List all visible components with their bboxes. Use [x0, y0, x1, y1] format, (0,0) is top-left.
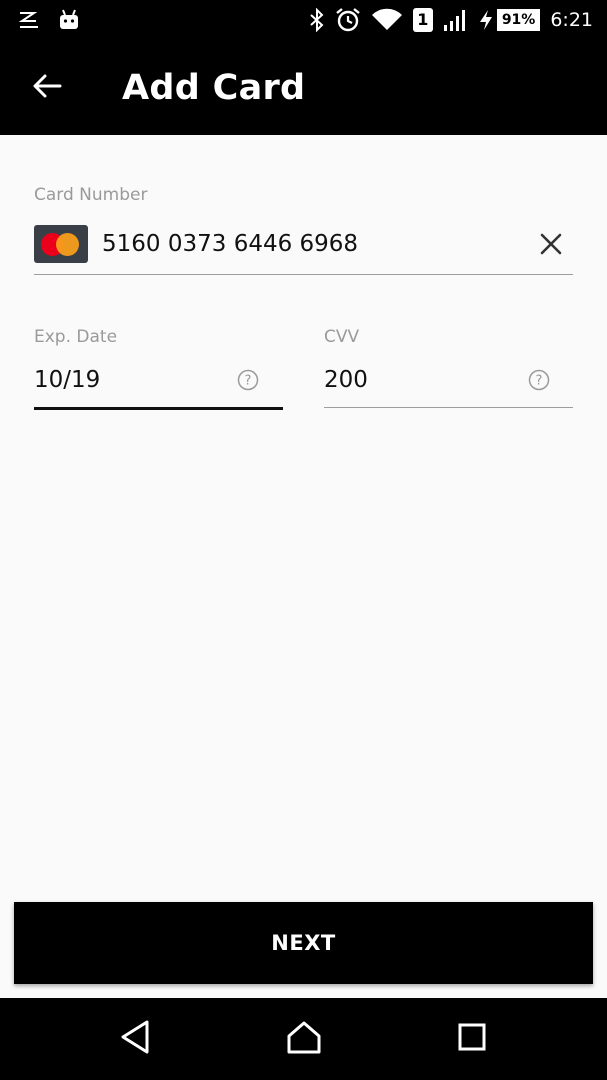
next-button[interactable]: NEXT: [14, 902, 593, 984]
back-button[interactable]: [22, 65, 72, 111]
status-bar: 1 91% 6:21: [0, 0, 607, 40]
help-circle-icon: ?: [237, 369, 259, 395]
recents-icon: [456, 1021, 488, 1057]
android-icon: [58, 9, 80, 31]
alarm-icon: [335, 7, 361, 33]
battery-icon: 91%: [496, 9, 541, 31]
clear-button[interactable]: [537, 230, 565, 258]
back-triangle-icon: [118, 1019, 152, 1059]
help-circle-icon: ?: [528, 369, 550, 395]
card-number-underline: [34, 274, 573, 275]
status-bar-right: 1 91% 6:21: [309, 0, 593, 40]
status-bar-left: [18, 0, 80, 40]
signal-icon: [443, 8, 469, 32]
exp-date-label: Exp. Date: [34, 327, 118, 347]
nav-back-button[interactable]: [115, 1019, 155, 1059]
bluetooth-icon: [309, 8, 325, 32]
add-card-screen: 1 91% 6:21 Add Card Card Number 5160 037…: [0, 0, 607, 1080]
cvv-help-button[interactable]: ?: [528, 369, 550, 391]
navigation-bar: [0, 998, 607, 1080]
nfc-icon: [18, 10, 40, 30]
exp-date-input[interactable]: [34, 360, 224, 400]
exp-date-help-button[interactable]: ?: [237, 369, 259, 391]
wifi-icon: [371, 8, 403, 32]
home-icon: [286, 1019, 322, 1059]
card-number-label: Card Number: [34, 185, 148, 205]
sim-icon: 1: [412, 8, 433, 32]
app-bar: Add Card: [0, 40, 607, 135]
card-number-field: [34, 222, 573, 266]
nav-home-button[interactable]: [284, 1019, 324, 1059]
arrow-left-icon: [32, 73, 62, 103]
clock: 6:21: [550, 9, 593, 31]
mastercard-icon: [34, 225, 88, 263]
cvv-label: CVV: [324, 327, 360, 347]
page-title: Add Card: [122, 68, 306, 108]
svg-text:?: ?: [245, 374, 252, 389]
card-number-input[interactable]: [102, 222, 502, 266]
nav-recents-button[interactable]: [452, 1019, 492, 1059]
mastercard-orange-circle: [56, 233, 79, 256]
close-icon: [537, 233, 565, 262]
charging-icon: [479, 9, 493, 31]
cvv-input[interactable]: [324, 360, 514, 400]
battery-indicator: 91%: [479, 9, 541, 31]
svg-text:?: ?: [536, 374, 543, 389]
exp-date-underline: [34, 407, 283, 410]
cvv-underline: [324, 407, 573, 408]
